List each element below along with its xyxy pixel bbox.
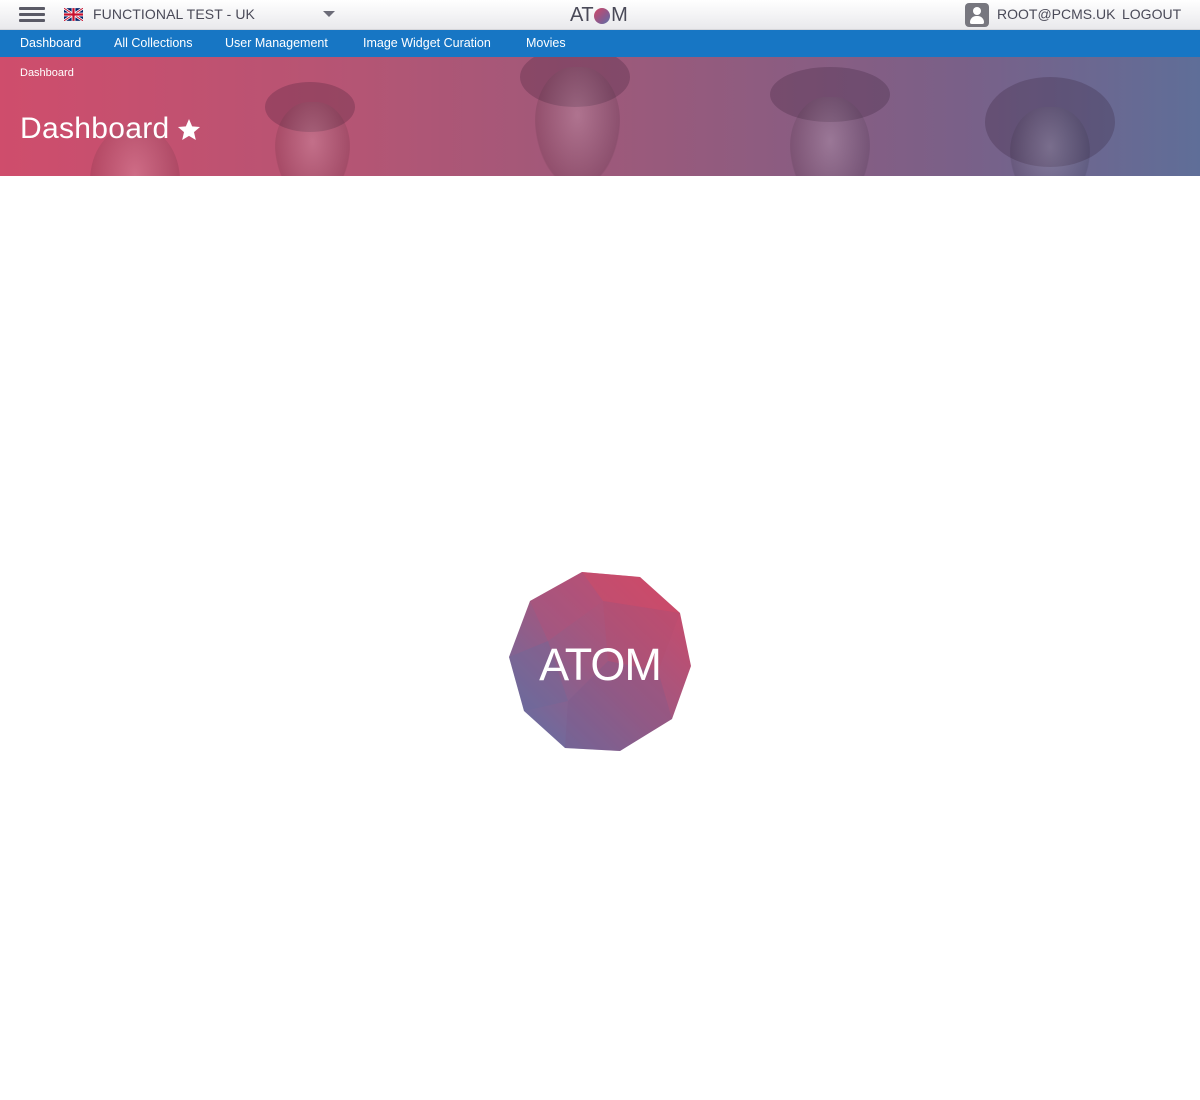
hero-background-image (275, 102, 350, 176)
top-bar: FUNCTIONAL TEST - UK AT M ROOT@PCMS.UK L… (0, 0, 1200, 30)
user-icon[interactable] (965, 3, 989, 27)
star-icon[interactable] (176, 117, 202, 143)
main-nav: Dashboard All Collections User Managemen… (0, 30, 1200, 57)
hero-background-image (790, 97, 870, 176)
nav-item-movies[interactable]: Movies (526, 36, 566, 50)
nav-item-all-collections[interactable]: All Collections (114, 36, 193, 50)
uk-flag-icon (64, 8, 83, 21)
nav-item-image-widget-curation[interactable]: Image Widget Curation (363, 36, 491, 50)
breadcrumb[interactable]: Dashboard (20, 67, 74, 79)
brand-text-right: M (611, 4, 628, 26)
caret-down-icon[interactable] (323, 11, 335, 17)
brand-text-left: AT (570, 4, 594, 26)
user-email[interactable]: ROOT@PCMS.UK (997, 6, 1115, 22)
page-title: Dashboard (20, 112, 170, 145)
atom-loading-logo: ATOM (508, 571, 692, 753)
hero-background-image (535, 67, 620, 176)
loader-logo-text: ATOM (539, 639, 662, 690)
atom-brand-logo: AT M (570, 4, 628, 27)
logout-link[interactable]: LOGOUT (1122, 6, 1181, 22)
brand-o-circle (594, 7, 611, 24)
nav-item-user-management[interactable]: User Management (225, 36, 328, 50)
hero-banner: Dashboard Dashboard (0, 57, 1200, 176)
territory-selector[interactable]: FUNCTIONAL TEST - UK (93, 6, 255, 22)
hamburger-menu-icon[interactable] (19, 7, 45, 23)
nav-item-dashboard[interactable]: Dashboard (20, 36, 81, 50)
